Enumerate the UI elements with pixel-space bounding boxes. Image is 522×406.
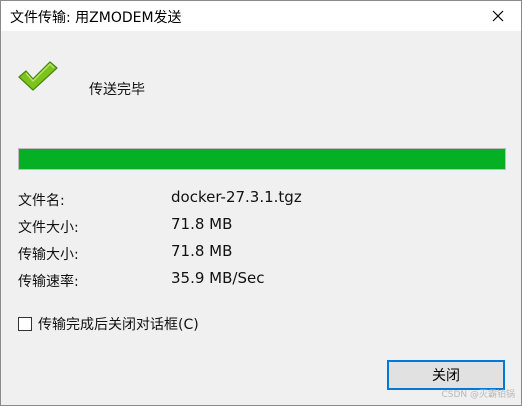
close-window-button[interactable] bbox=[475, 1, 521, 31]
close-after-transfer-label: 传输完成后关闭对话框(C) bbox=[38, 317, 199, 333]
watermark: CSDN @灭霸铂锅 bbox=[441, 390, 515, 400]
close-icon bbox=[492, 10, 504, 22]
file-name-value: docker-27.3.1.tgz bbox=[171, 188, 302, 206]
close-after-transfer-option[interactable]: 传输完成后关闭对话框(C) bbox=[18, 314, 199, 334]
progress-fill bbox=[19, 149, 505, 169]
title-bar: 文件传输: 用ZMODEM发送 bbox=[1, 1, 521, 31]
file-size-label: 文件大小: bbox=[18, 220, 79, 236]
checkmark-icon bbox=[18, 61, 58, 91]
transfer-rate-label: 传输速率: bbox=[18, 274, 79, 290]
close-after-transfer-checkbox[interactable] bbox=[18, 317, 32, 331]
file-name-label: 文件名: bbox=[18, 193, 65, 209]
transferred-size-label: 传输大小: bbox=[18, 247, 79, 263]
transferred-size-value: 71.8 MB bbox=[171, 242, 233, 260]
status-message: 传送完毕 bbox=[89, 82, 145, 98]
transfer-rate-value: 35.9 MB/Sec bbox=[171, 269, 265, 287]
window-title: 文件传输: 用ZMODEM发送 bbox=[10, 10, 182, 26]
status-area: 传送完毕 bbox=[1, 31, 521, 111]
file-size-value: 71.8 MB bbox=[171, 215, 233, 233]
zmodem-transfer-dialog: 文件传输: 用ZMODEM发送 传送完毕 文件名: docker-27.3.1.… bbox=[0, 0, 522, 406]
progress-bar bbox=[18, 148, 506, 170]
close-button[interactable]: 关闭 bbox=[387, 360, 505, 390]
